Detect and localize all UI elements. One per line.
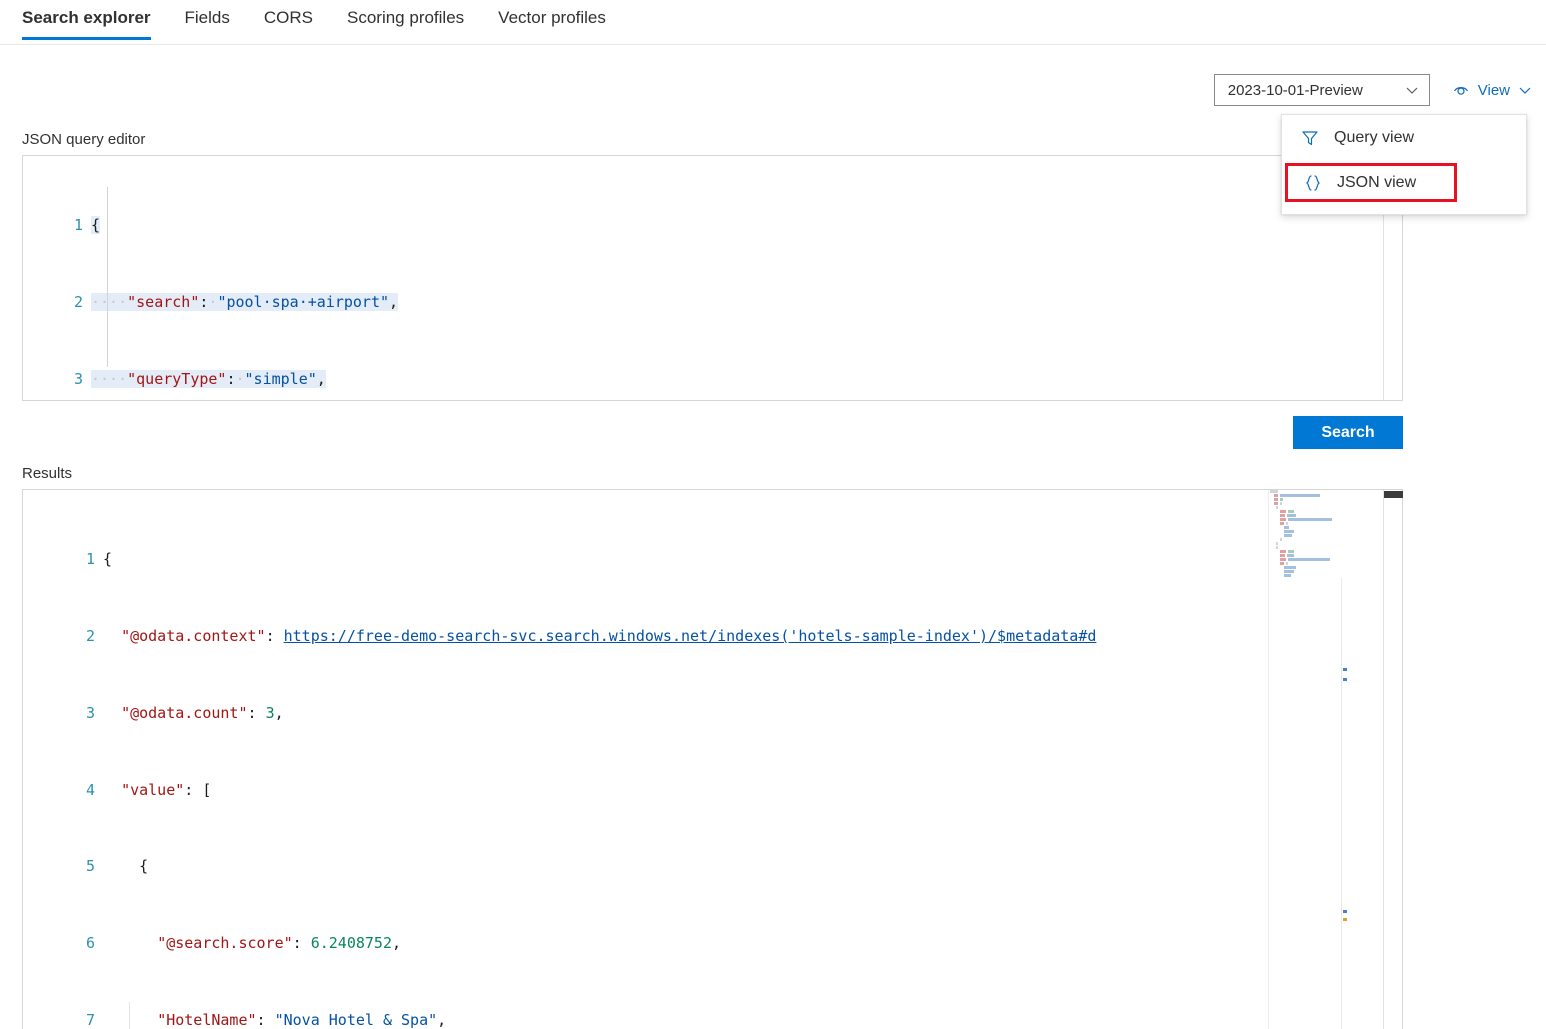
tab-label: Search explorer [22,8,151,27]
minimap-left-divider [1268,490,1269,1029]
funnel-icon [1299,127,1321,149]
minimap-line [1268,562,1384,565]
line-number: 3 [73,369,83,388]
line-number: 5 [85,857,95,876]
code-line: { [139,857,149,876]
indent-guide [129,1002,130,1029]
minimap-line [1268,510,1384,513]
minimap-line [1268,534,1384,537]
minimap-line [1268,558,1384,561]
hit-score: 6.2408752 [310,934,392,953]
tab-label: Vector profiles [498,8,606,27]
json-query-editor[interactable]: 1 2 3 4 5 6 7 8 9 10 { ····"search":·"po… [22,155,1403,401]
minimap-line [1268,550,1384,553]
minimap-line [1268,574,1384,577]
results-label: Results [22,465,73,482]
minimap-line [1268,566,1384,569]
menu-item-label: JSON view [1337,173,1417,191]
line-number: 3 [85,703,95,722]
line-number: 2 [85,626,95,645]
line-number: 4 [85,780,95,799]
line-number: 1 [85,550,95,569]
api-version-select[interactable]: 2023-10-01-Preview [1213,74,1430,106]
chevron-down-icon [1518,83,1532,97]
menu-item-query-view[interactable]: Query view [1282,115,1526,161]
code-line: "@odata.context": https://free-demo-sear… [121,626,1097,645]
overview-ruler-marker [1343,668,1347,671]
json-query-editor-label: JSON query editor [22,131,146,148]
query-line-numbers: 1 2 3 4 5 6 7 8 9 10 [23,156,91,400]
overview-ruler-marker [1343,910,1347,913]
results-line-numbers: 1 2 3 4 5 6 7 8 9 10 11 12 13 14 15 16 1… [23,490,103,1029]
tab-bar: Search explorer Fields CORS Scoring prof… [0,0,1546,45]
tab-label: Fields [184,8,230,27]
results-minimap[interactable] [1268,490,1384,578]
search-button[interactable]: Search [1293,416,1403,449]
minimap-line [1268,526,1384,529]
minimap-line [1268,542,1384,545]
minimap-line [1268,522,1384,525]
tab-fields[interactable]: Fields [185,0,230,40]
tab-bar-divider [0,44,1546,45]
tab-search-explorer[interactable]: Search explorer [22,0,151,40]
minimap-line [1268,494,1384,497]
menu-item-label: Query view [1334,129,1415,146]
overview-ruler-marker [1343,678,1347,681]
minimap-line [1268,514,1384,517]
odata-count-value: 3 [265,703,275,722]
minimap-line [1268,506,1384,509]
code-line: { [91,216,101,235]
results-editor[interactable]: 1 2 3 4 5 6 7 8 9 10 11 12 13 14 15 16 1… [22,489,1403,1029]
tab-label: CORS [263,8,313,27]
minimap-right-divider [1383,490,1384,1029]
minimap-line [1268,554,1384,557]
editor-toolbar: 2023-10-01-Preview View [1213,74,1538,106]
tab-scoring-profiles[interactable]: Scoring profiles [347,0,464,40]
overview-ruler-marker [1343,918,1347,921]
minimap-line [1268,570,1384,573]
minimap-line [1268,530,1384,533]
minimap-line [1268,498,1384,501]
line-number: 2 [73,292,83,311]
view-button[interactable]: View [1450,77,1538,103]
chevron-down-icon [1405,83,1419,97]
minimap-line [1268,490,1384,493]
minimap-scroll-slider[interactable] [1384,491,1403,498]
code-line: ····"search":·"pool·spa·+airport", [91,292,399,311]
braces-icon [1302,172,1324,194]
line-number: 6 [85,934,95,953]
odata-context-url[interactable]: https://free-demo-search-svc.search.wind… [284,627,1097,645]
view-button-label: View [1477,81,1510,99]
code-line: "@odata.count": 3, [121,703,284,722]
tab-label: Scoring profiles [347,8,465,27]
minimap-line [1268,502,1384,505]
eye-icon [1452,81,1470,99]
code-line: "@search.score": 6.2408752, [157,934,402,953]
minimap-line [1268,546,1384,549]
query-code-content[interactable]: { ····"search":·"pool·spa·+airport", ···… [91,156,1402,400]
indent-guide [107,187,108,367]
api-version-value: 2023-10-01-Preview [1227,81,1363,99]
code-line: "HotelName": "Nova Hotel & Spa", [157,1010,447,1029]
minimap-line [1268,538,1384,541]
code-line: ····"queryType":·"simple", [91,369,326,388]
minimap-line [1268,518,1384,521]
hit-hotel-name: Nova Hotel & Spa [283,1010,429,1029]
code-line: { [103,550,113,569]
code-line: "value": [ [121,780,212,799]
line-number: 1 [73,216,83,235]
results-code-content[interactable]: { "@odata.context": https://free-demo-se… [103,490,1402,1029]
tab-cors[interactable]: CORS [264,0,313,40]
line-number: 7 [85,1010,95,1029]
view-dropdown-menu: Query view JSON view [1281,114,1527,215]
menu-item-json-view[interactable]: JSON view [1285,163,1457,202]
tab-vector-profiles[interactable]: Vector profiles [498,0,606,40]
